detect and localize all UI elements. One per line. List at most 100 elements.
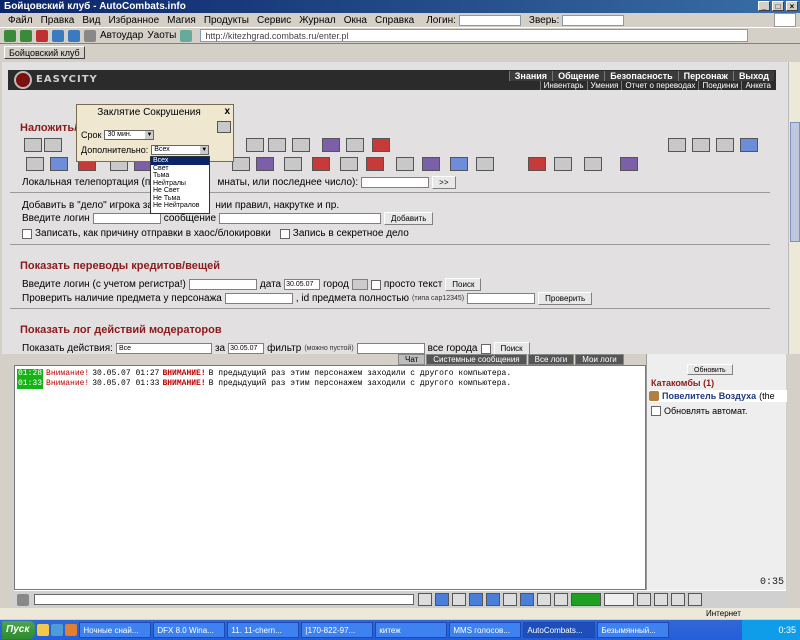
spell-icon[interactable] [372, 138, 390, 152]
spell-icon[interactable] [620, 157, 638, 171]
menu-file[interactable]: Файл [4, 15, 37, 26]
spell-icon[interactable] [554, 157, 572, 171]
option-not-neutral[interactable]: Не Нейтралов [151, 202, 209, 210]
smiley-icon[interactable] [554, 593, 568, 606]
address-bar[interactable]: http://kitezhgrad.combats.ru/enter.pl [200, 29, 749, 42]
spell-icon[interactable] [422, 157, 440, 171]
chat-menu-icon[interactable] [17, 594, 29, 606]
item-login-input[interactable] [224, 293, 293, 304]
tools-icon[interactable] [84, 29, 96, 42]
scroll-thumb[interactable] [790, 122, 800, 242]
tab-chat[interactable]: Чат [398, 354, 426, 365]
option-light[interactable]: Свет [151, 165, 209, 173]
task-item[interactable]: 11. 11-chern... [227, 622, 300, 638]
transfers-login-input[interactable] [188, 279, 257, 290]
task-item-active[interactable]: AutoCombats... [523, 622, 596, 638]
task-item[interactable]: китеж [375, 622, 448, 638]
menu-windows[interactable]: Окна [340, 15, 371, 26]
player-row[interactable]: Повелитель Воздуха (the [649, 390, 787, 402]
filter-icon[interactable] [452, 593, 466, 606]
modlog-date-input[interactable]: 30.05.07 [228, 343, 265, 354]
forward-icon[interactable] [20, 29, 32, 42]
spell-icon[interactable] [366, 157, 384, 171]
quicklaunch-icon[interactable] [37, 624, 50, 636]
spell-icon[interactable] [476, 157, 494, 171]
task-item[interactable]: MMS голосов... [449, 622, 522, 638]
term-select[interactable]: 30 мин. ▼ [104, 130, 155, 140]
option-not-dark[interactable]: Не Тьма [151, 195, 209, 203]
start-button[interactable]: Пуск [2, 621, 36, 639]
tab-fight-club[interactable]: Бойцовский клуб [4, 46, 85, 59]
send-icon[interactable] [418, 593, 432, 606]
people-icon[interactable] [486, 593, 500, 606]
home-icon[interactable] [68, 29, 80, 42]
menu-products[interactable]: Продукты [200, 15, 253, 26]
menu-favorites[interactable]: Избранное [104, 15, 163, 26]
map-icon[interactable] [671, 593, 685, 606]
nav-communication[interactable]: Общение [552, 71, 605, 81]
check-button[interactable]: Проверить [538, 292, 593, 305]
add-button[interactable]: Добавить [384, 212, 434, 225]
nav-exit[interactable]: Выход [732, 71, 774, 81]
quicklaunch-icon[interactable] [51, 624, 64, 636]
tab-all-logs[interactable]: Все логи [527, 354, 575, 365]
option-all[interactable]: Всех [151, 157, 209, 165]
sound-icon[interactable] [503, 593, 517, 606]
spell-icon[interactable] [256, 157, 274, 171]
menu-edit[interactable]: Правка [37, 15, 79, 26]
chat-message-input[interactable] [34, 594, 414, 605]
message-input[interactable] [219, 213, 382, 224]
spell-icon[interactable] [312, 157, 330, 171]
item-id-input[interactable] [467, 293, 536, 304]
plain-text-checkbox[interactable] [370, 279, 381, 290]
clear-icon[interactable] [469, 593, 483, 606]
modlog-search-button[interactable]: Поиск [493, 342, 530, 354]
option-neutral[interactable]: Нейтралы [151, 180, 209, 188]
spell-icon[interactable] [716, 138, 734, 152]
nav-skills[interactable]: Умения [586, 81, 622, 90]
secret-checkbox[interactable] [279, 228, 290, 239]
spell-icon[interactable] [232, 157, 250, 171]
popup-close-button[interactable]: x [224, 106, 230, 117]
tab-system[interactable]: Системные сообщения [426, 354, 527, 365]
refresh-icon[interactable] [52, 29, 64, 42]
login-select[interactable] [458, 14, 521, 26]
spell-icon[interactable] [346, 138, 364, 152]
menu-magic[interactable]: Магия [163, 15, 200, 26]
extra-select[interactable]: Всех ▼ [151, 145, 210, 155]
tab-my-logs[interactable]: Мои логи [575, 354, 624, 365]
spell-icon[interactable] [284, 157, 302, 171]
page-scrollbar[interactable] [788, 62, 800, 354]
spell-icon[interactable] [268, 138, 286, 152]
transfers-search-button[interactable]: Поиск [445, 278, 482, 291]
filter-icon[interactable] [180, 29, 193, 42]
login-input[interactable] [92, 213, 161, 224]
task-item[interactable]: Безымянный... [597, 622, 670, 638]
refresh-button[interactable]: Обновить [687, 364, 733, 375]
close-button[interactable]: × [786, 1, 798, 11]
date-input[interactable]: 30.05.07 [284, 279, 321, 290]
quit-icon[interactable] [688, 593, 702, 606]
all-cities-checkbox[interactable] [480, 343, 491, 354]
teleport-input[interactable] [361, 177, 430, 188]
spell-icon[interactable] [246, 138, 264, 152]
menu-view[interactable]: Вид [78, 15, 104, 26]
option-not-light[interactable]: Не Свет [151, 187, 209, 195]
player-name[interactable]: Повелитель Воздуха [662, 391, 756, 401]
nav-fights[interactable]: Поединки [698, 81, 741, 90]
auto-refresh-checkbox[interactable] [651, 406, 661, 416]
chat-time[interactable]: 01:33 [17, 379, 44, 389]
filter-input[interactable] [356, 343, 425, 354]
quicklaunch-icon[interactable] [65, 624, 78, 636]
spell-icon[interactable] [584, 157, 602, 171]
chaos-checkbox[interactable] [22, 228, 32, 239]
spell-icon[interactable] [692, 138, 710, 152]
minimize-button[interactable]: _ [758, 1, 770, 11]
spell-icon[interactable] [340, 157, 358, 171]
inventory-icon[interactable] [654, 593, 668, 606]
spell-icon[interactable] [528, 157, 546, 171]
spell-icon[interactable] [740, 138, 758, 152]
stop-icon[interactable] [36, 29, 48, 42]
nav-knowledge[interactable]: Знания [508, 71, 553, 81]
task-item[interactable]: DFX 8.0 Wina... [153, 622, 226, 638]
